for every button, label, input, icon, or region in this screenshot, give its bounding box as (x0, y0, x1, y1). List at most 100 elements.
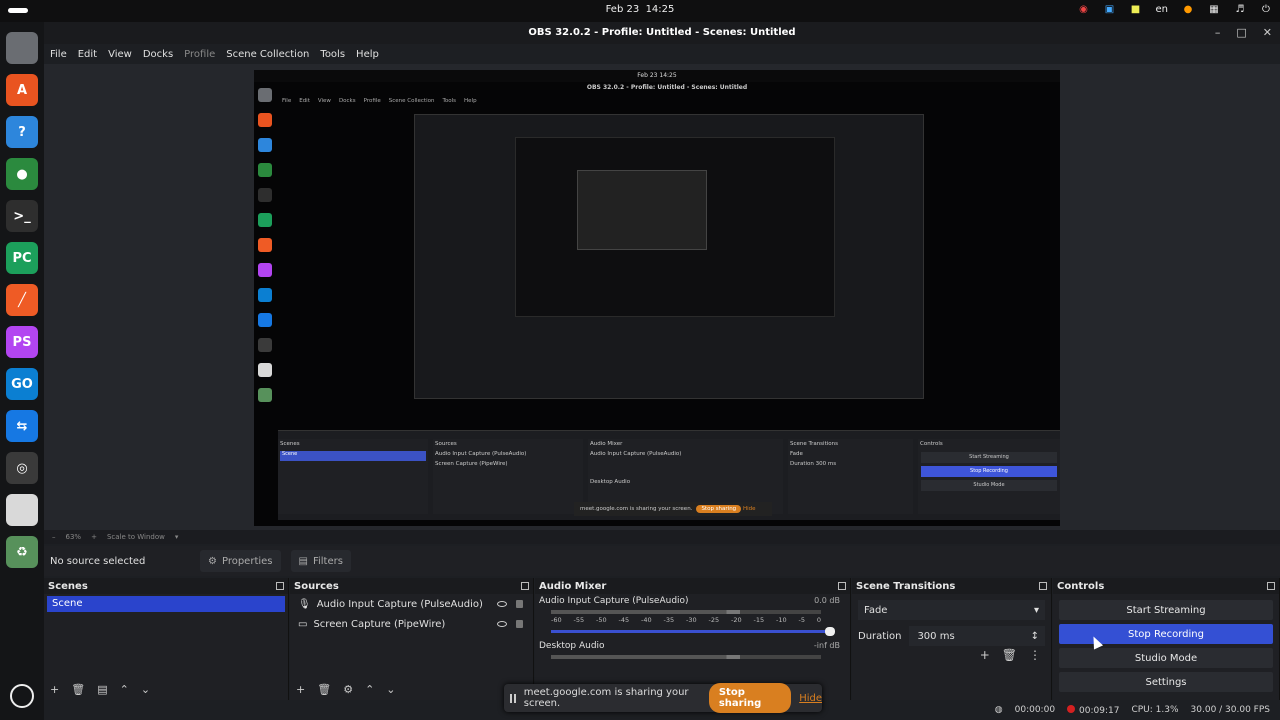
menu-edit[interactable]: Edit (78, 49, 97, 60)
system-tray: ◉ ▣ ■ en ● ▦ ♬ ⏻ (1078, 3, 1273, 15)
source-item[interactable]: 🎙 Audio Input Capture (PulseAudio) (290, 594, 533, 614)
network-icon[interactable]: ▦ (1208, 3, 1220, 15)
gear-icon[interactable]: ⚙ (343, 683, 353, 696)
stop-sharing-button[interactable]: Stop sharing (708, 683, 792, 713)
menu-docks[interactable]: Docks (143, 49, 173, 60)
language-indicator[interactable]: en (1156, 4, 1169, 15)
more-icon[interactable]: ⋮ (1029, 648, 1041, 662)
undock-icon[interactable] (521, 582, 529, 590)
close-icon[interactable]: ✕ (1263, 26, 1272, 39)
menu-file[interactable]: File (50, 49, 67, 60)
duration-row: Duration 300 ms ↕ (858, 626, 1045, 646)
power-icon[interactable]: ⏻ (1260, 3, 1272, 15)
add-icon[interactable]: + (980, 648, 990, 662)
meter-tick: 0 (816, 616, 821, 624)
minimize-icon[interactable]: – (1215, 26, 1221, 39)
microphone-icon[interactable]: ● (1182, 3, 1194, 15)
dock-obs-icon[interactable]: ◎ (6, 452, 38, 484)
menu-profile[interactable]: Profile (184, 49, 215, 60)
move-down-icon[interactable]: ⌄ (141, 683, 150, 696)
preview-area[interactable]: Feb 23 14:25 OBS 32.0.2 - Profile: Untit… (44, 64, 1280, 530)
nested-dock-help-icon (258, 138, 272, 152)
dock-postman-icon[interactable]: ╱ (6, 284, 38, 316)
trash-icon[interactable]: 🗑 (317, 683, 331, 696)
lock-icon[interactable] (516, 620, 523, 628)
slider-knob[interactable] (825, 627, 835, 636)
nested-btn: Start Streaming (921, 452, 1057, 463)
undock-icon[interactable] (1267, 582, 1275, 590)
zoom-in-icon[interactable]: + (91, 533, 97, 541)
undock-icon[interactable] (276, 582, 284, 590)
dock-document-viewer-icon[interactable] (6, 494, 38, 526)
dock-help-icon[interactable]: ? (6, 116, 38, 148)
volume-icon[interactable]: ♬ (1234, 3, 1246, 15)
menu-view[interactable]: View (108, 49, 132, 60)
meter-tick: -45 (618, 616, 630, 624)
pause-icon (510, 693, 516, 703)
maximize-icon[interactable]: □ (1236, 26, 1246, 39)
scenes-panel: Scenes Scene + 🗑 ▤ ⌃ ⌄ (44, 578, 289, 700)
filters-button[interactable]: ▤ Filters (290, 550, 351, 572)
lock-icon[interactable] (516, 600, 523, 608)
nested-mixer-title: Audio Mixer (590, 441, 623, 447)
settings-button[interactable]: Settings (1059, 672, 1273, 692)
dock-chrome-icon[interactable]: ● (6, 158, 38, 190)
move-up-icon[interactable]: ⌃ (365, 683, 374, 696)
dock-files-icon[interactable] (6, 32, 38, 64)
dock-pycharm-icon[interactable]: PC (6, 242, 38, 274)
scene-item[interactable]: Scene (47, 596, 285, 612)
visibility-icon[interactable] (497, 601, 507, 607)
trash-icon[interactable]: 🗑 (1002, 648, 1017, 662)
spin-arrows-icon[interactable]: ↕ (1031, 631, 1039, 642)
share-text: meet.google.com is sharing your screen. (523, 687, 689, 709)
studio-mode-button[interactable]: Studio Mode (1059, 648, 1273, 668)
transition-select[interactable]: Fade ▾ (858, 600, 1045, 620)
duration-spinbox[interactable]: 300 ms ↕ (909, 626, 1045, 646)
nested-duration: Duration 300 ms (788, 459, 913, 469)
trash-icon[interactable]: 🗑 (71, 683, 85, 696)
undock-icon[interactable] (838, 582, 846, 590)
dock-terminal-icon[interactable]: >_ (6, 200, 38, 232)
filter-icon[interactable]: ▤ (97, 683, 107, 696)
source-item[interactable]: ▭ Screen Capture (PipeWire) (290, 614, 533, 634)
dock-app-center-icon[interactable]: A (6, 74, 38, 106)
gear-icon: ⚙ (208, 555, 217, 567)
menu-bar: File Edit View Docks Profile Scene Colle… (44, 44, 1280, 64)
record-dot-icon (1067, 704, 1076, 713)
menu-tools[interactable]: Tools (320, 49, 345, 60)
visibility-icon[interactable] (497, 621, 507, 627)
dock-phpstorm-icon[interactable]: PS (6, 326, 38, 358)
clock-time: 14:25 (645, 4, 675, 15)
preview-canvas[interactable]: Feb 23 14:25 OBS 32.0.2 - Profile: Untit… (254, 70, 1060, 526)
properties-button[interactable]: ⚙ Properties (200, 550, 281, 572)
scale-mode[interactable]: Scale to Window (107, 533, 165, 541)
menu-scene-collection[interactable]: Scene Collection (226, 49, 309, 60)
add-icon[interactable]: + (296, 683, 305, 696)
zoom-out-icon[interactable]: – (52, 533, 56, 541)
nested-obs-window (414, 114, 924, 399)
menu-help[interactable]: Help (356, 49, 379, 60)
dock-teamviewer-icon[interactable]: ⇆ (6, 410, 38, 442)
scale-dropdown-icon[interactable]: ▾ (175, 533, 179, 541)
move-down-icon[interactable]: ⌄ (386, 683, 395, 696)
microphone-icon: 🎙 (298, 598, 311, 610)
undock-icon[interactable] (1039, 582, 1047, 590)
chrome-tray-icon[interactable]: ◉ (1078, 3, 1090, 15)
scenes-title: Scenes (48, 580, 88, 592)
meter-tick: -50 (596, 616, 607, 624)
source-label: Screen Capture (PipeWire) (313, 618, 446, 630)
dock-goland-icon[interactable]: GO (6, 368, 38, 400)
zoom-bar: – 63% + Scale to Window ▾ (44, 530, 1280, 544)
move-up-icon[interactable]: ⌃ (120, 683, 129, 696)
hide-link[interactable]: Hide (799, 693, 822, 704)
start-streaming-button[interactable]: Start Streaming (1059, 600, 1273, 620)
nested-dock-files-icon (258, 88, 272, 102)
dock-trash-icon[interactable]: ♻ (6, 536, 38, 568)
fps: 30.00 / 30.00 FPS (1190, 705, 1270, 715)
app-grid-icon[interactable] (10, 684, 34, 708)
duration-value: 300 ms (917, 630, 955, 642)
volume-slider[interactable] (551, 627, 835, 636)
add-icon[interactable]: + (50, 683, 59, 696)
note-icon[interactable]: ■ (1130, 3, 1142, 15)
screen-share-icon[interactable]: ▣ (1104, 3, 1116, 15)
